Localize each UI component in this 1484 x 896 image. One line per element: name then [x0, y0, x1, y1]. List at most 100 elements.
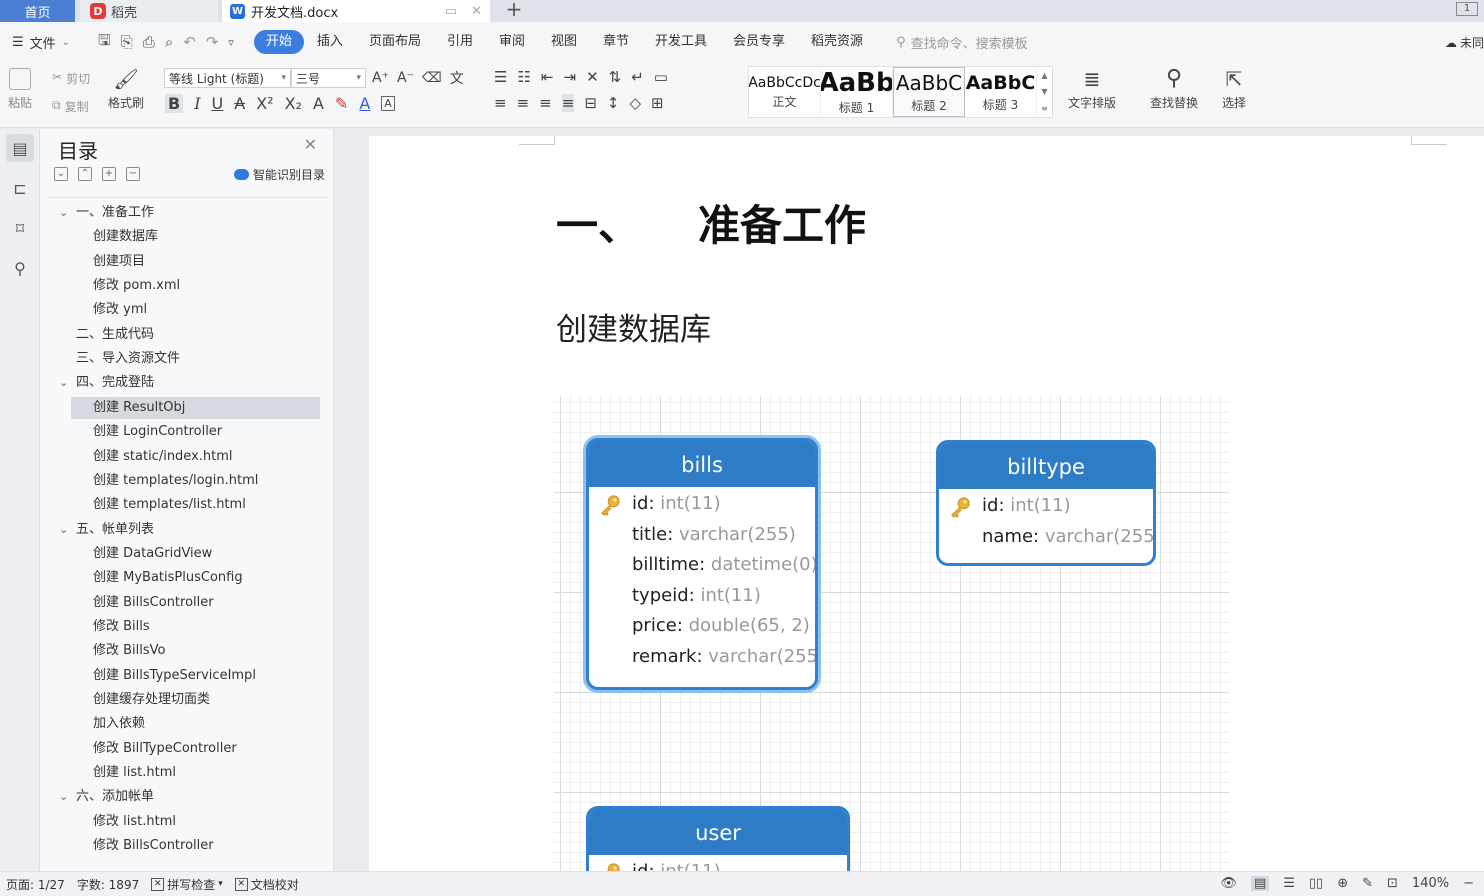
page-indicator[interactable]: 页面: 1/27: [6, 876, 65, 893]
word-count[interactable]: 字数: 1897: [77, 876, 139, 893]
ruler-icon[interactable]: ▭: [654, 68, 668, 86]
bullet-list-icon[interactable]: ☰: [494, 68, 507, 86]
heading-1[interactable]: 一、 准备工作: [556, 192, 866, 253]
distribute-icon[interactable]: ⊟: [584, 94, 597, 112]
toc-section-item[interactable]: 创建数据库: [48, 226, 158, 248]
shrink-font-icon[interactable]: A⁻: [397, 70, 414, 86]
tab-developer[interactable]: 开发工具: [642, 30, 720, 54]
char-border-icon[interactable]: A: [381, 96, 395, 111]
chevron-down-icon[interactable]: ⌄: [59, 786, 68, 808]
increase-indent-icon[interactable]: ⇥: [563, 68, 576, 86]
tab-start[interactable]: 开始: [253, 30, 304, 54]
collapse-all-icon[interactable]: ⌃: [78, 167, 92, 181]
toc-section-item[interactable]: 修改 pom.xml: [48, 275, 180, 297]
toc-section-item[interactable]: 创建 list.html: [48, 762, 176, 784]
toc-section-item[interactable]: 创建 BillsController: [48, 592, 214, 614]
font-color-icon[interactable]: A: [359, 94, 370, 113]
sort-icon[interactable]: ⇅: [609, 68, 622, 86]
style-heading2[interactable]: AaBbC 标题 2: [893, 67, 965, 117]
toc-section-item[interactable]: 修改 yml: [48, 299, 147, 321]
toc-section-item[interactable]: 创建 LoginController: [48, 421, 222, 443]
redo-icon[interactable]: ↷: [206, 33, 219, 51]
cloud-sync-status[interactable]: ☁ 未同: [1445, 34, 1484, 51]
zoom-out-icon[interactable]: −: [1463, 876, 1474, 891]
toc-section-item[interactable]: 创建项目: [48, 251, 145, 273]
tab-page-layout[interactable]: 页面布局: [356, 30, 434, 54]
tab-member[interactable]: 会员专享: [720, 30, 798, 54]
style-gallery-scroll[interactable]: ▲ ▼ ≡: [1037, 67, 1052, 117]
zoom-level[interactable]: 140%: [1412, 876, 1449, 891]
strikethrough-icon[interactable]: A: [234, 94, 245, 113]
line-spacing-icon[interactable]: ↕: [607, 94, 620, 112]
shading-icon[interactable]: ◇: [629, 94, 641, 112]
tab-references[interactable]: 引用: [434, 30, 486, 54]
web-view-icon[interactable]: ⊕: [1337, 876, 1348, 891]
select-button[interactable]: ⇱ 选择: [1222, 68, 1246, 111]
borders-icon[interactable]: ⊞: [651, 94, 664, 112]
toc-section-item[interactable]: 创建 BillsTypeServiceImpl: [48, 665, 256, 687]
heading-2[interactable]: 创建数据库: [556, 304, 711, 349]
format-painter-button[interactable]: 🖌 格式刷: [108, 68, 144, 111]
tab-insert[interactable]: 插入: [304, 30, 356, 54]
toc-section-item[interactable]: 加入依赖: [48, 713, 145, 735]
grow-font-icon[interactable]: A⁺: [372, 70, 389, 86]
decrease-indent-icon[interactable]: ⇤: [541, 68, 554, 86]
write-mode-icon[interactable]: ✎: [1362, 876, 1373, 891]
tab-daoke[interactable]: D 稻壳: [80, 0, 218, 22]
toc-section-item[interactable]: 修改 BillsController: [48, 835, 214, 857]
chevron-down-icon[interactable]: ⌄: [59, 202, 68, 224]
style-heading3[interactable]: AaBbC 标题 3: [965, 67, 1037, 117]
expand-all-icon[interactable]: ⌄: [54, 167, 68, 181]
toc-chapter-item[interactable]: ⌄ 一、准备工作: [48, 202, 154, 224]
toc-chapter-item[interactable]: ⌄ 六、添加帐单: [48, 786, 154, 808]
save-icon[interactable]: 🖫: [98, 30, 111, 55]
close-tab-icon[interactable]: ✕: [471, 4, 482, 19]
toc-chapter-item[interactable]: 三、导入资源文件: [48, 348, 180, 370]
toc-section-item[interactable]: 创建 MyBatisPlusConfig: [48, 567, 243, 589]
copy-button[interactable]: ⧉ 复制: [52, 98, 89, 115]
clear-format-icon[interactable]: ⌫: [422, 70, 442, 86]
entity-billtype[interactable]: billtype id: int(11) name: varchar(255): [936, 440, 1156, 566]
underline-icon[interactable]: U: [212, 94, 224, 113]
export-pdf-icon[interactable]: ⎘: [121, 33, 133, 51]
smart-toc-button[interactable]: 智能识别目录: [233, 166, 325, 183]
tab-review[interactable]: 审阅: [486, 30, 538, 54]
er-diagram[interactable]: bills id: int(11) title: varchar(255) billt…: [554, 396, 1229, 871]
superscript-icon[interactable]: X²: [256, 94, 273, 113]
tab-daoke-resources[interactable]: 稻壳资源: [798, 30, 876, 54]
window-count-icon[interactable]: 1: [1456, 2, 1478, 16]
remove-heading-icon[interactable]: −: [126, 167, 140, 181]
outline-view-icon[interactable]: ☰: [1283, 876, 1295, 891]
undo-icon[interactable]: ↶: [183, 33, 196, 51]
file-menu[interactable]: ☰ 文件 ⌄: [0, 33, 92, 52]
bookmark-icon[interactable]: ⌑: [6, 214, 34, 242]
chapter-nav-icon[interactable]: ⊏: [6, 174, 34, 202]
toc-section-item[interactable]: 修改 BillsVo: [48, 640, 166, 662]
tab-document[interactable]: W 开发文档.docx ▭ ✕: [222, 0, 490, 22]
spell-check-button[interactable]: ✕ 拼写检查 ▾: [151, 876, 223, 893]
style-heading1[interactable]: AaBb 标题 1: [821, 67, 893, 117]
cut-button[interactable]: ✂ 剪切: [52, 70, 90, 87]
toc-section-item[interactable]: 创建缓存处理切面类: [48, 689, 210, 711]
document-area[interactable]: 一、 准备工作 创建数据库 bills id: int(11) title: var…: [369, 129, 1484, 871]
add-heading-icon[interactable]: +: [102, 167, 116, 181]
more-icon[interactable]: ≡: [1041, 104, 1048, 113]
chevron-down-icon[interactable]: ▼: [1041, 87, 1047, 96]
font-size-select[interactable]: 三号 ▾: [291, 68, 366, 88]
document-page[interactable]: 一、 准备工作 创建数据库 bills id: int(11) title: var…: [369, 136, 1484, 871]
numbered-list-icon[interactable]: ☷: [517, 68, 530, 86]
align-left-icon[interactable]: ≡: [494, 94, 507, 112]
chevron-down-icon[interactable]: ⌄: [59, 519, 68, 541]
paste-button[interactable]: 粘贴: [8, 68, 32, 111]
subscript-icon[interactable]: X₂: [285, 94, 302, 113]
page-view-icon[interactable]: ▤: [1250, 876, 1270, 891]
print-icon[interactable]: ⎙: [143, 33, 155, 51]
text-effect-icon[interactable]: A: [313, 94, 324, 113]
align-center-icon[interactable]: ≡: [517, 94, 530, 112]
reading-view-icon[interactable]: ▯▯: [1309, 876, 1323, 891]
find-replace-button[interactable]: ⚲ 查找替换: [1150, 68, 1198, 111]
close-icon[interactable]: ✕: [304, 135, 317, 154]
toc-section-item[interactable]: 创建 ResultObj: [71, 396, 320, 419]
style-normal[interactable]: AaBbCcDc 正文: [749, 67, 821, 117]
print-preview-icon[interactable]: ⌕: [165, 33, 173, 51]
